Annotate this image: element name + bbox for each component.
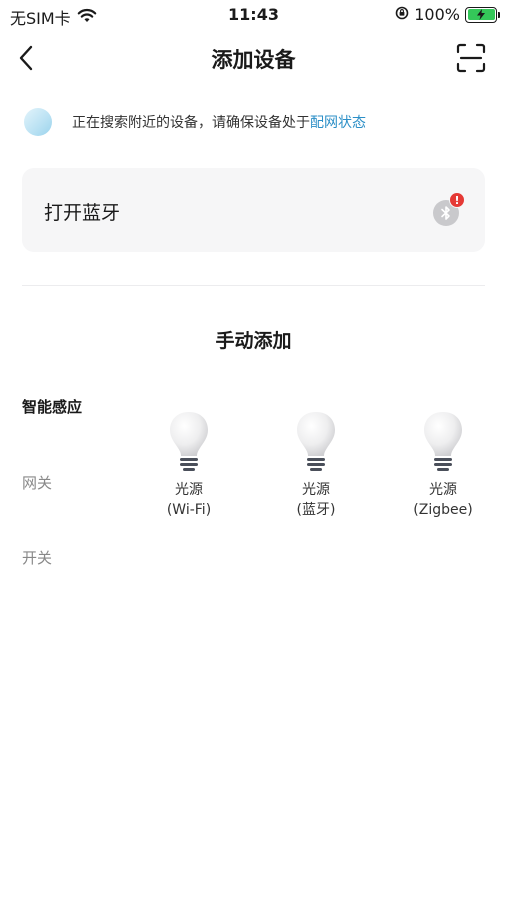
pairing-mode-link[interactable]: 配网状态 <box>310 112 366 132</box>
battery-percent: 100% <box>414 5 460 24</box>
search-hint: 正在搜索附近的设备，请确保设备处于 配网状态 <box>24 108 366 136</box>
enable-bluetooth-label: 打开蓝牙 <box>44 202 121 224</box>
device-light-zigbee[interactable]: 光源 (Zigbee) <box>388 410 498 520</box>
device-name: 光源 <box>302 482 330 498</box>
category-switch[interactable]: 开关 <box>22 547 52 568</box>
status-right: 100% <box>395 5 500 24</box>
category-gateway[interactable]: 网关 <box>22 472 52 493</box>
divider <box>22 285 485 286</box>
category-smart-sensing[interactable]: 智能感应 <box>22 396 82 417</box>
light-bulb-icon <box>297 412 335 471</box>
device-protocol: (Wi-Fi) <box>166 502 212 518</box>
battery-icon <box>465 6 500 23</box>
device-protocol: (蓝牙) <box>296 502 336 518</box>
page-title: 添加设备 <box>211 48 296 72</box>
light-bulb-icon <box>170 412 208 471</box>
scan-icon <box>456 43 486 73</box>
device-name: 光源 <box>175 482 203 498</box>
nav-bar: 添加设备 <box>0 36 507 80</box>
light-bulb-icon <box>424 412 462 471</box>
bluetooth-warning-badge: ! <box>449 192 465 208</box>
orientation-lock-icon <box>395 5 409 24</box>
manual-add-title: 手动添加 <box>215 330 292 352</box>
device-light-bluetooth[interactable]: 光源 (蓝牙) <box>261 410 371 520</box>
searching-radar-icon <box>24 108 52 136</box>
status-bar: 无SIM卡 11:43 100% <box>0 0 507 30</box>
hint-text: 正在搜索附近的设备，请确保设备处于 <box>72 115 310 131</box>
scan-button[interactable] <box>455 42 487 74</box>
device-name: 光源 <box>429 482 457 498</box>
device-protocol: (Zigbee) <box>413 502 473 518</box>
device-light-wifi[interactable]: 光源 (Wi-Fi) <box>134 410 244 520</box>
enable-bluetooth-card[interactable]: 打开蓝牙 ! <box>22 168 485 252</box>
